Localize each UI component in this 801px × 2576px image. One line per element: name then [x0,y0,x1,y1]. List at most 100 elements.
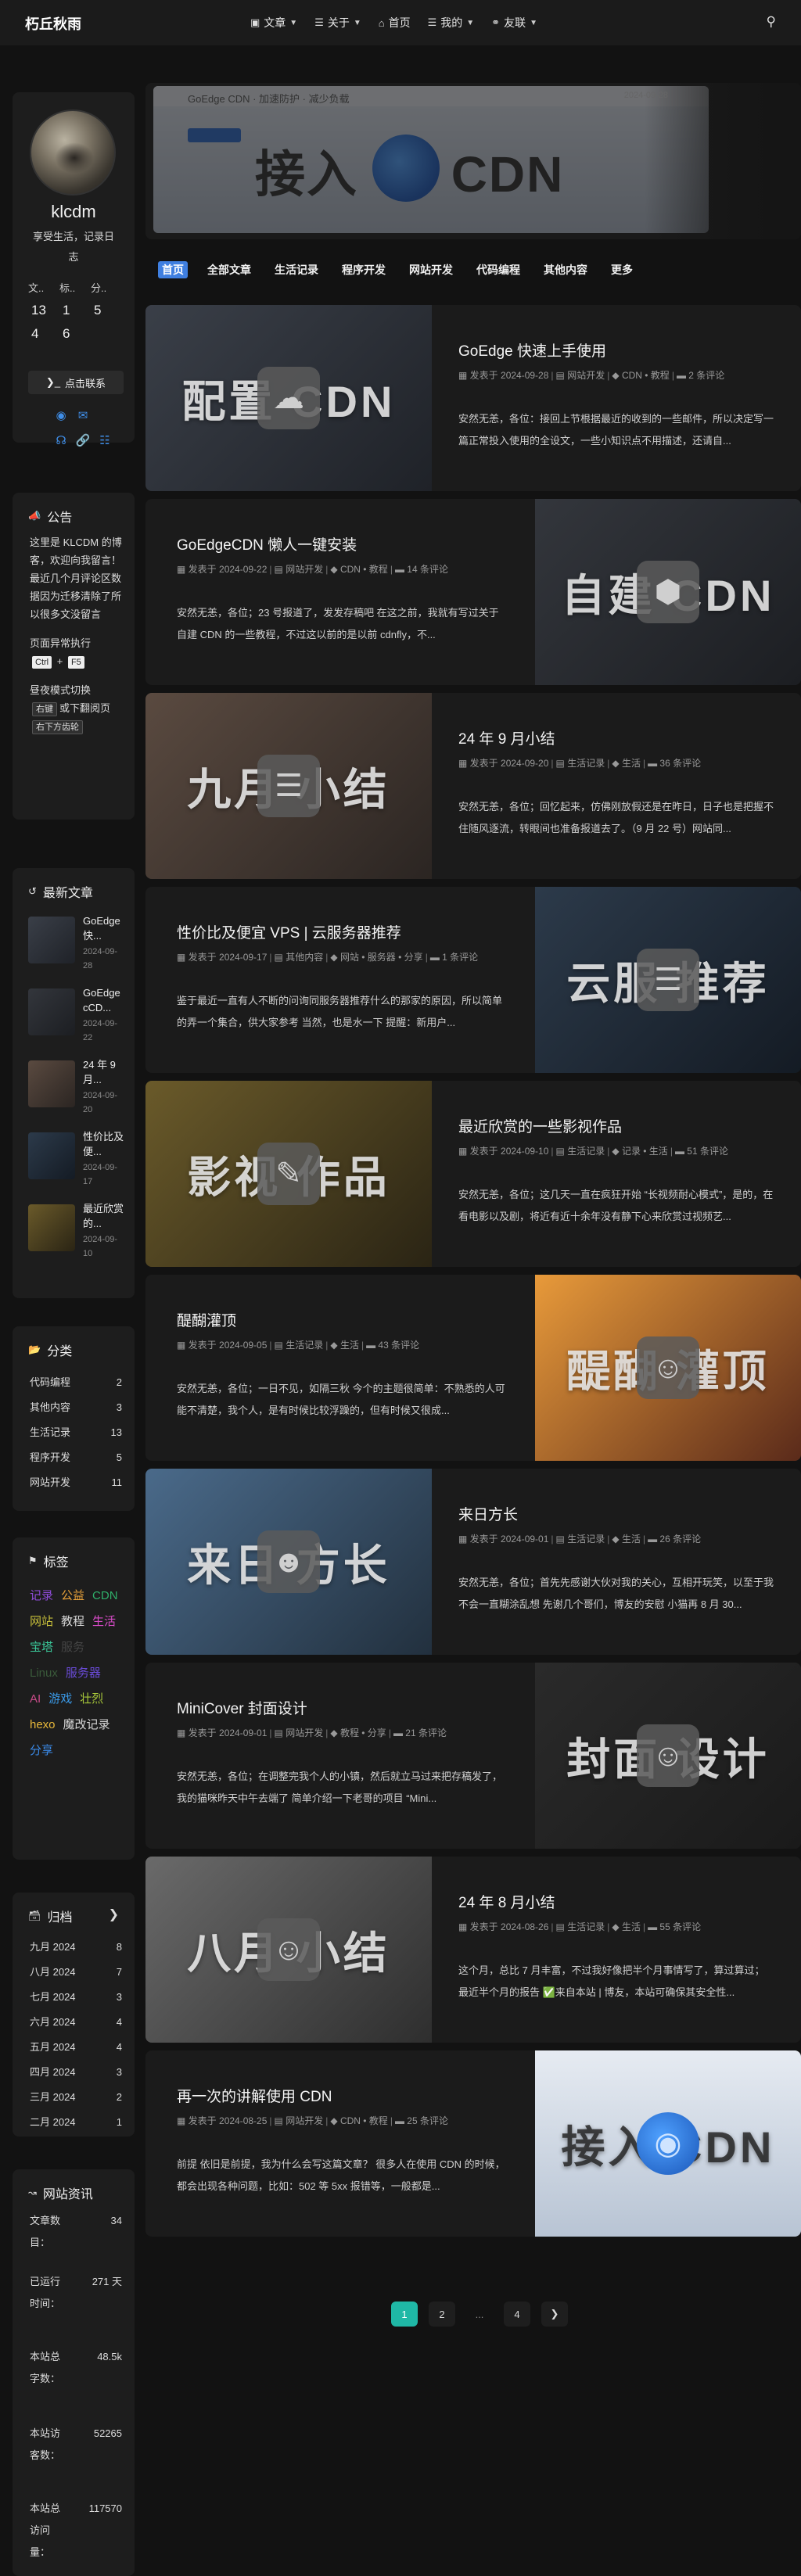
chevron-right-icon[interactable]: ❯ [541,2302,568,2327]
recent-post-title[interactable]: 24 年 9 月... [83,1057,125,1087]
page-1[interactable]: 1 [391,2302,418,2327]
tab-home[interactable]: 首页 [158,261,188,278]
post-tags[interactable]: 记录 • 生活 [622,1146,668,1157]
post-title[interactable]: 来日方长 [458,1503,518,1524]
page-2[interactable]: 2 [429,2302,455,2327]
post-comments[interactable]: 51 条评论 [687,1146,728,1157]
recent-post[interactable]: 最近欣赏的... 2024-09-10 [28,1201,125,1262]
post-cover-image[interactable]: 九月 小结 ☰ [145,693,432,879]
tag-item[interactable]: 公益 [61,1584,84,1609]
recent-post[interactable]: 24 年 9 月... 2024-09-20 [28,1057,125,1118]
post-category[interactable]: 网站开发 [286,2115,323,2126]
post-title[interactable]: 醍醐灌顶 [177,1309,236,1330]
tag-item[interactable]: 网站 [30,1609,53,1634]
post-comments[interactable]: 55 条评论 [659,1921,701,1932]
archive-item[interactable]: 八月 2024 7 [30,1960,122,1985]
post-title[interactable]: GoEdge 快速上手使用 [458,339,606,361]
recent-post[interactable]: 性价比及便... 2024-09-17 [28,1129,125,1190]
post-category[interactable]: 网站开发 [567,370,605,381]
post-tags[interactable]: 生活 [622,758,641,769]
post-category[interactable]: 生活记录 [567,1146,605,1157]
tag-item[interactable]: 分享 [30,1738,53,1763]
post-cover-image[interactable]: 封面 设计 ☺ [535,1663,801,1849]
tag-item[interactable]: AI [30,1687,41,1712]
tab-web[interactable]: 网站开发 [405,261,457,278]
post-card[interactable]: 封面 设计 ☺ MiniCover 封面设计 ▦ 发表于 2024-09-01 | ▤ 网… [145,1663,801,1849]
search-icon[interactable]: ⚲ [767,14,776,30]
tab-program[interactable]: 程序开发 [338,261,390,278]
post-tags[interactable]: CDN • 教程 [622,370,670,381]
tag-item[interactable]: 服务 [61,1635,84,1660]
category-item[interactable]: 代码编程 2 [30,1370,122,1395]
rss-icon[interactable]: ☊ [50,433,72,447]
archive-item[interactable]: 二月 2024 1 [30,2110,122,2135]
menu-item-articles[interactable]: ▣ 文章 ▼ [250,15,297,30]
tag-item[interactable]: Linux [30,1661,58,1686]
post-title[interactable]: 性价比及便宜 VPS | 云服务器推荐 [177,921,401,942]
post-category[interactable]: 生活记录 [286,1340,323,1351]
site-logo[interactable]: 朽丘秋雨 [25,13,81,34]
post-comments[interactable]: 1 条评论 [442,952,478,963]
post-tags[interactable]: 生活 [622,1534,641,1545]
post-card[interactable]: 云服 推荐 ☰ 性价比及便宜 VPS | 云服务器推荐 ▦ 发表于 2024-09-1… [145,887,801,1073]
category-item[interactable]: 生活记录 13 [30,1420,122,1445]
post-card[interactable]: 配置 CDN ☁ GoEdge 快速上手使用 ▦ 发表于 2024-09-28 | ▤ 网… [145,305,801,491]
tag-item[interactable]: 游戏 [48,1687,72,1712]
sitemap-icon[interactable]: ☷ [94,433,116,447]
tab-code[interactable]: 代码编程 [472,261,524,278]
post-cover-image[interactable]: 来日 方长 ☻ [145,1469,432,1655]
post-title[interactable]: MiniCover 封面设计 [177,1697,307,1718]
post-tags[interactable]: 生活 [340,1340,359,1351]
contact-button[interactable]: ❯_ 点击联系 [28,371,124,394]
post-card[interactable]: 八月 小结 ☺ 24 年 8 月小结 ▦ 发表于 2024-08-26 | ▤ 生活记录 |… [145,1857,801,2043]
tab-life[interactable]: 生活记录 [271,261,322,278]
post-card[interactable]: 接入 CDN ◉ 再一次的讲解使用 CDN ▦ 发表于 2024-08-25 | ▤ 网站… [145,2050,801,2237]
post-title[interactable]: GoEdgeCDN 懒人一键安装 [177,533,357,554]
tag-item[interactable]: 魔改记录 [63,1713,110,1738]
post-comments[interactable]: 25 条评论 [407,2115,448,2126]
recent-post-title[interactable]: 性价比及便... [83,1129,125,1159]
post-cover-image[interactable]: 醍醐 灌顶 ☺ [535,1275,801,1461]
post-card[interactable]: 自建 CDN ⬢ GoEdgeCDN 懒人一键安装 ▦ 发表于 2024-09-22 |… [145,499,801,685]
archive-item[interactable]: 九月 2024 8 [30,1935,122,1960]
tag-item[interactable]: CDN [92,1584,118,1609]
archive-item[interactable]: 三月 2024 2 [30,2085,122,2110]
post-tags[interactable]: 生活 [622,1921,641,1932]
category-item[interactable]: 程序开发 5 [30,1445,122,1470]
chevron-right-icon[interactable]: ❯ [109,1907,119,1922]
post-cover-image[interactable]: 影视 作品 ✎ [145,1081,432,1267]
tab-more[interactable]: 更多 [607,261,637,278]
tag-item[interactable]: 记录 [30,1584,53,1609]
featured-banner[interactable]: GoEdge CDN · 加速防护 · 减少负载 接入 CDN 2024-09-… [145,83,801,239]
github-icon[interactable]: ◉ [50,408,72,422]
tag-item[interactable]: 服务器 [66,1661,101,1686]
stat-label-categories[interactable]: 分.. [91,280,122,295]
post-category[interactable]: 网站开发 [286,564,323,575]
tag-item[interactable]: 生活 [92,1609,116,1634]
post-comments[interactable]: 14 条评论 [407,564,448,575]
post-comments[interactable]: 36 条评论 [659,758,701,769]
archive-item[interactable]: 七月 2024 3 [30,1985,122,2010]
post-category[interactable]: 其他内容 [286,952,323,963]
archive-item[interactable]: 六月 2024 4 [30,2010,122,2035]
post-category[interactable]: 网站开发 [286,1727,323,1738]
tag-item[interactable]: 教程 [61,1609,84,1634]
recent-post-title[interactable]: GoEdge cCD... [83,985,125,1015]
post-title[interactable]: 24 年 9 月小结 [458,727,555,748]
recent-post[interactable]: GoEdge cCD... 2024-09-22 [28,985,125,1046]
post-cover-image[interactable]: 八月 小结 ☺ [145,1857,432,2043]
post-title[interactable]: 最近欣赏的一些影视作品 [458,1115,622,1136]
post-tags[interactable]: 教程 • 分享 [340,1727,386,1738]
archive-item[interactable]: 五月 2024 4 [30,2035,122,2060]
post-card[interactable]: 九月 小结 ☰ 24 年 9 月小结 ▦ 发表于 2024-09-20 | ▤ 生活记录 |… [145,693,801,879]
post-card[interactable]: 醍醐 灌顶 ☺ 醍醐灌顶 ▦ 发表于 2024-09-05 | ▤ 生活记录 | ◆ 生活 | ▬… [145,1275,801,1461]
recent-post-title[interactable]: GoEdge 快... [83,913,125,943]
post-comments[interactable]: 26 条评论 [659,1534,701,1545]
category-item[interactable]: 其他内容 3 [30,1395,122,1420]
post-title[interactable]: 24 年 8 月小结 [458,1891,555,1912]
post-comments[interactable]: 21 条评论 [405,1727,447,1738]
tab-all-articles[interactable]: 全部文章 [203,261,255,278]
stat-label-tags[interactable]: 标.. [59,280,91,295]
tab-other[interactable]: 其他内容 [540,261,591,278]
post-cover-image[interactable]: 配置 CDN ☁ [145,305,432,491]
